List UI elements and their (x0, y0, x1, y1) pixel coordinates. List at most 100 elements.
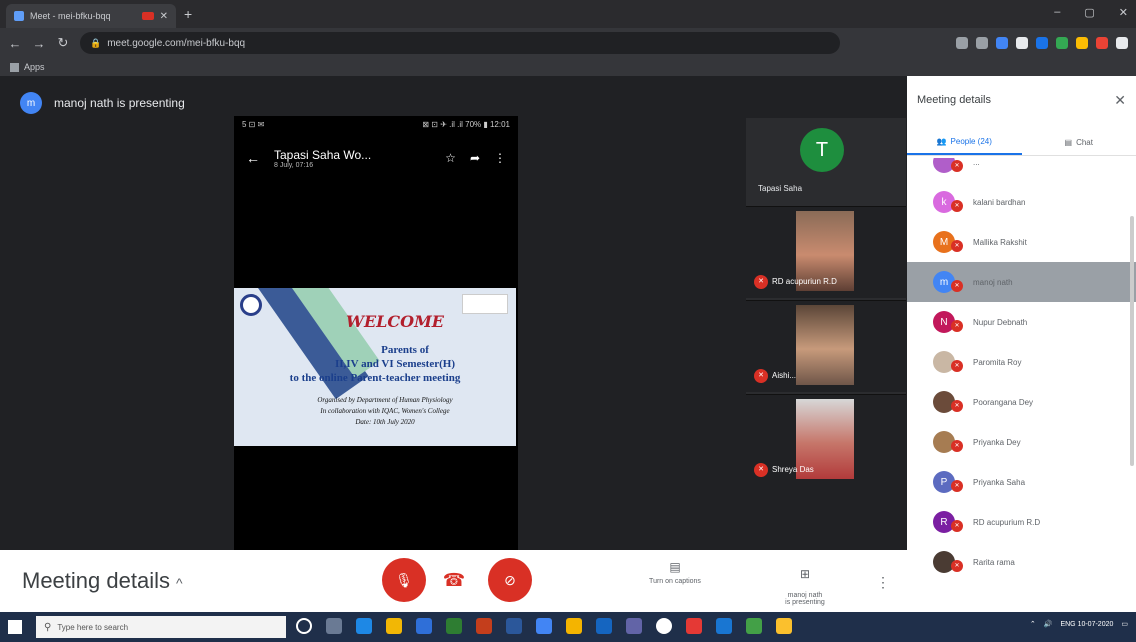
participant-name: Rarita rama (973, 557, 1015, 567)
participant-row[interactable]: P ✕ Priyanka Saha (907, 462, 1136, 502)
slide-welcome: WELCOME (346, 312, 444, 331)
presenter-avatar: m (20, 92, 42, 114)
windows-taskbar: ⚲ Type here to search ⌃ 🔊 ENG 10-07-2020… (0, 612, 1136, 642)
camera-off-icon: ⊘ (504, 571, 516, 588)
phone-actions: ☆ ➦ ⋮ (445, 151, 506, 165)
tab-people[interactable]: 👥 People (24) (907, 130, 1022, 155)
tab-chat[interactable]: ▤ Chat (1022, 130, 1136, 155)
participant-tile[interactable]: ✕ RD acupuriun R.D (746, 206, 906, 298)
powerpoint-icon[interactable] (476, 618, 492, 634)
participant-row[interactable]: ✕ Rarita rama (907, 542, 1136, 582)
panel-tabs: 👥 People (24) ▤ Chat (907, 130, 1136, 156)
close-window-button[interactable]: ✕ (1119, 6, 1128, 19)
tray-clock[interactable]: ENG 10-07-2020 (1060, 621, 1113, 628)
app-icon[interactable] (776, 618, 792, 634)
participant-tile[interactable]: T Tapasi Saha (746, 118, 906, 204)
participant-name: Priyanka Saha (973, 477, 1026, 487)
participant-row[interactable]: ✕ Poorangana Dey (907, 382, 1136, 422)
captions-button[interactable]: ▤ Turn on captions (630, 560, 720, 585)
network-icon[interactable]: ⌃ (1030, 620, 1036, 628)
app-icon[interactable] (746, 618, 762, 634)
leave-call-button[interactable]: ☎ (432, 558, 476, 602)
participant-name: RD acupurium R.D (973, 517, 1041, 527)
app-icon[interactable] (716, 618, 732, 634)
chat-title-text: Tapasi Saha Wo... (274, 147, 372, 162)
reload-icon[interactable]: ↻ (56, 35, 70, 51)
teams-icon[interactable] (626, 618, 642, 634)
profile-icon[interactable] (1116, 37, 1128, 49)
mic-off-icon: ✕ (754, 463, 768, 477)
participant-tile[interactable]: ✕ Aishi... (746, 300, 906, 392)
mic-off-icon: ✕ (754, 369, 768, 383)
store-icon[interactable] (416, 618, 432, 634)
mic-off-icon: ✕ (951, 240, 963, 252)
extension-icon[interactable] (1096, 37, 1108, 49)
browser-tab-bar: Meet - mei-bfku-bqq ✕ + – ▢ ✕ (0, 0, 1136, 28)
app-icon[interactable] (686, 618, 702, 634)
scrollbar[interactable] (1130, 216, 1134, 466)
participant-tile[interactable]: ✕ Shreya Das (746, 394, 906, 486)
apps-bookmark[interactable]: Apps (24, 62, 45, 72)
hang-up-icon: ☎ (442, 569, 466, 590)
maximize-button[interactable]: ▢ (1084, 6, 1094, 19)
slide-line: In collaboration with IQAC, Women's Coll… (320, 407, 450, 415)
edge-icon[interactable] (356, 618, 372, 634)
mic-off-icon: ✕ (951, 320, 963, 332)
word-icon[interactable] (506, 618, 522, 634)
extension-icon[interactable] (1076, 37, 1088, 49)
excel-icon[interactable] (446, 618, 462, 634)
phone-app-bar: ← Tapasi Saha Wo... 8 July, 07:16 ☆ ➦ ⋮ (234, 136, 518, 180)
search-icon: ⚲ (44, 621, 52, 633)
more-options-icon[interactable]: ⋮ (876, 574, 890, 591)
back-icon[interactable]: ← (8, 36, 22, 51)
meeting-details-toggle[interactable]: Meeting details ^ (22, 568, 183, 594)
taskbar-search-input[interactable]: ⚲ Type here to search (36, 616, 286, 638)
participant-name: kalani bardhan (973, 197, 1026, 207)
participant-row[interactable]: N ✕ Nupur Debnath (907, 302, 1136, 342)
slide-line: to the online Parent-teacher meeting (289, 372, 461, 384)
slide-line: Parents of (381, 344, 429, 356)
chrome-icon[interactable] (536, 618, 552, 634)
app-icon[interactable] (656, 618, 672, 634)
participant-row[interactable]: m ✕ manoj nath (907, 262, 1136, 302)
mic-toggle-button[interactable]: 🎙 (382, 558, 426, 602)
key-icon[interactable] (956, 37, 968, 49)
participant-row[interactable]: ✕ Paromita Roy (907, 342, 1136, 382)
star-icon[interactable] (976, 37, 988, 49)
browser-tab[interactable]: Meet - mei-bfku-bqq ✕ (6, 4, 176, 28)
participant-row[interactable]: M ✕ Mallika Rakshit (907, 222, 1136, 262)
volume-icon[interactable]: 🔊 (1044, 620, 1053, 628)
extension-icon[interactable] (996, 37, 1008, 49)
participant-row[interactable]: ✕... (907, 158, 1136, 182)
participant-row[interactable]: ✕ Priyanka Dey (907, 422, 1136, 462)
extension-icon[interactable] (1056, 37, 1068, 49)
windows-start-icon[interactable] (8, 620, 22, 634)
apps-icon[interactable] (10, 62, 19, 72)
participant-row[interactable]: R ✕ RD acupurium R.D (907, 502, 1136, 542)
task-view-icon[interactable] (326, 618, 342, 634)
forward-icon[interactable]: → (32, 36, 46, 51)
captions-label: Turn on captions (649, 578, 701, 585)
participant-name: Tapasi Saha (758, 184, 803, 193)
app-icon[interactable] (596, 618, 612, 634)
captions-icon: ▤ (669, 560, 681, 574)
mic-off-icon: 🎙 (395, 571, 413, 588)
participant-row[interactable]: k ✕ kalani bardhan (907, 182, 1136, 222)
avatar: T (800, 128, 844, 172)
cortana-icon[interactable] (296, 618, 312, 634)
url-input[interactable]: 🔒 meet.google.com/mei-bfku-bqq (80, 32, 840, 54)
participant-name: ... (973, 158, 980, 167)
extension-icon[interactable] (1036, 37, 1048, 49)
notifications-icon[interactable]: ▭ (1121, 620, 1128, 628)
camera-toggle-button[interactable]: ⊘ (488, 558, 532, 602)
close-icon[interactable]: ✕ (1114, 92, 1126, 109)
new-tab-button[interactable]: + (184, 6, 192, 22)
close-tab-icon[interactable]: ✕ (160, 11, 168, 22)
app-icon[interactable] (566, 618, 582, 634)
extension-icon[interactable] (1016, 37, 1028, 49)
presenting-label: manoj nath is presenting (785, 592, 825, 606)
file-explorer-icon[interactable] (386, 618, 402, 634)
presenting-button[interactable]: ⊞ manoj nath is presenting (760, 560, 850, 606)
minimize-button[interactable]: – (1054, 6, 1060, 19)
tab-chat-label: Chat (1076, 138, 1093, 147)
